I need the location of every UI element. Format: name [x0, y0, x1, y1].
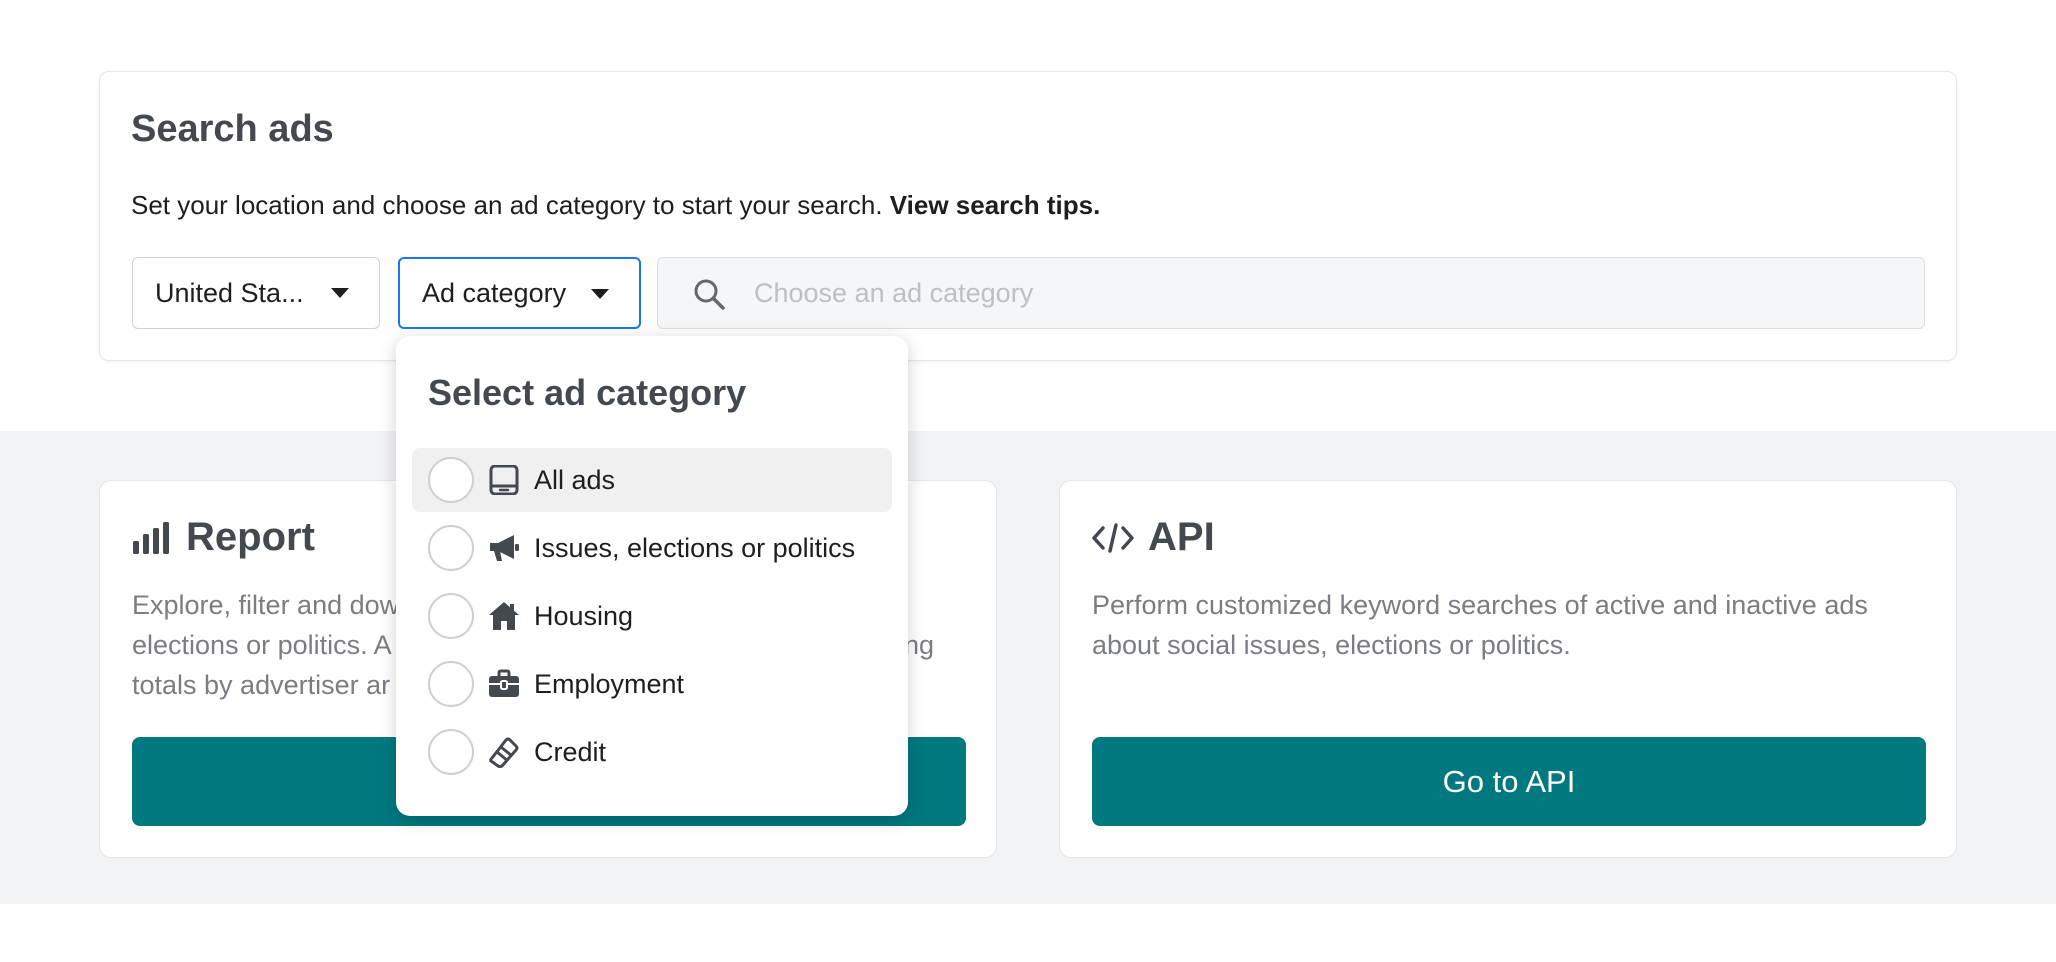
option-credit[interactable]: Credit	[412, 720, 892, 784]
report-desc-line-2-end: ng	[903, 630, 934, 660]
search-title: Search ads	[131, 108, 334, 150]
bar-chart-icon	[133, 521, 169, 554]
search-description: Set your location and choose an ad categ…	[131, 190, 1100, 221]
option-all-ads[interactable]: All ads	[412, 448, 892, 512]
option-employment[interactable]: Employment	[412, 652, 892, 716]
option-label: All ads	[534, 464, 616, 495]
ad-category-dropdown: Select ad category All ads Issues, elect…	[396, 336, 908, 816]
house-icon	[488, 600, 520, 632]
megaphone-icon	[488, 532, 520, 564]
option-label: Employment	[534, 668, 685, 699]
country-select-value: United Sta...	[155, 277, 304, 308]
report-card-header: Report	[132, 515, 315, 560]
option-label: Housing	[534, 600, 634, 631]
go-to-api-button[interactable]: Go to API	[1092, 737, 1926, 826]
radio-button[interactable]	[428, 457, 474, 503]
search-icon	[694, 279, 725, 310]
search-ads-card: Search ads Set your location and choose …	[99, 71, 1957, 361]
search-input[interactable]	[754, 270, 1894, 316]
api-description: Perform customized keyword searches of a…	[1092, 590, 1868, 660]
option-issues-elections-politics[interactable]: Issues, elections or politics	[412, 516, 892, 580]
radio-button[interactable]	[428, 525, 474, 571]
radio-button[interactable]	[428, 593, 474, 639]
radio-button[interactable]	[428, 729, 474, 775]
option-label: Credit	[534, 736, 607, 767]
tablet-icon	[488, 464, 520, 496]
option-housing[interactable]: Housing	[412, 584, 892, 648]
ad-category-select[interactable]: Ad category	[398, 257, 641, 329]
credit-card-icon	[488, 736, 520, 768]
report-desc-line-3: totals by advertiser ar	[132, 670, 391, 700]
code-icon	[1092, 522, 1134, 553]
api-card-header: API	[1092, 515, 1215, 560]
caret-down-icon	[591, 289, 609, 299]
api-title: API	[1148, 515, 1215, 559]
report-title: Report	[186, 515, 315, 559]
country-select[interactable]: United Sta...	[132, 257, 380, 329]
briefcase-icon	[488, 668, 520, 700]
radio-button[interactable]	[428, 661, 474, 707]
search-box[interactable]	[657, 257, 1925, 329]
option-label: Issues, elections or politics	[534, 532, 856, 563]
search-description-text: Set your location and choose an ad categ…	[131, 190, 883, 220]
ad-category-select-value: Ad category	[422, 277, 567, 308]
report-desc-line-1: Explore, filter and dow	[132, 590, 400, 620]
api-card: API Perform customized keyword searches …	[1059, 480, 1957, 858]
report-desc-line-2: elections or politics. A	[132, 630, 392, 660]
view-search-tips-link[interactable]: View search tips.	[890, 190, 1101, 220]
caret-down-icon	[331, 288, 349, 298]
dropdown-title: Select ad category	[428, 372, 747, 413]
